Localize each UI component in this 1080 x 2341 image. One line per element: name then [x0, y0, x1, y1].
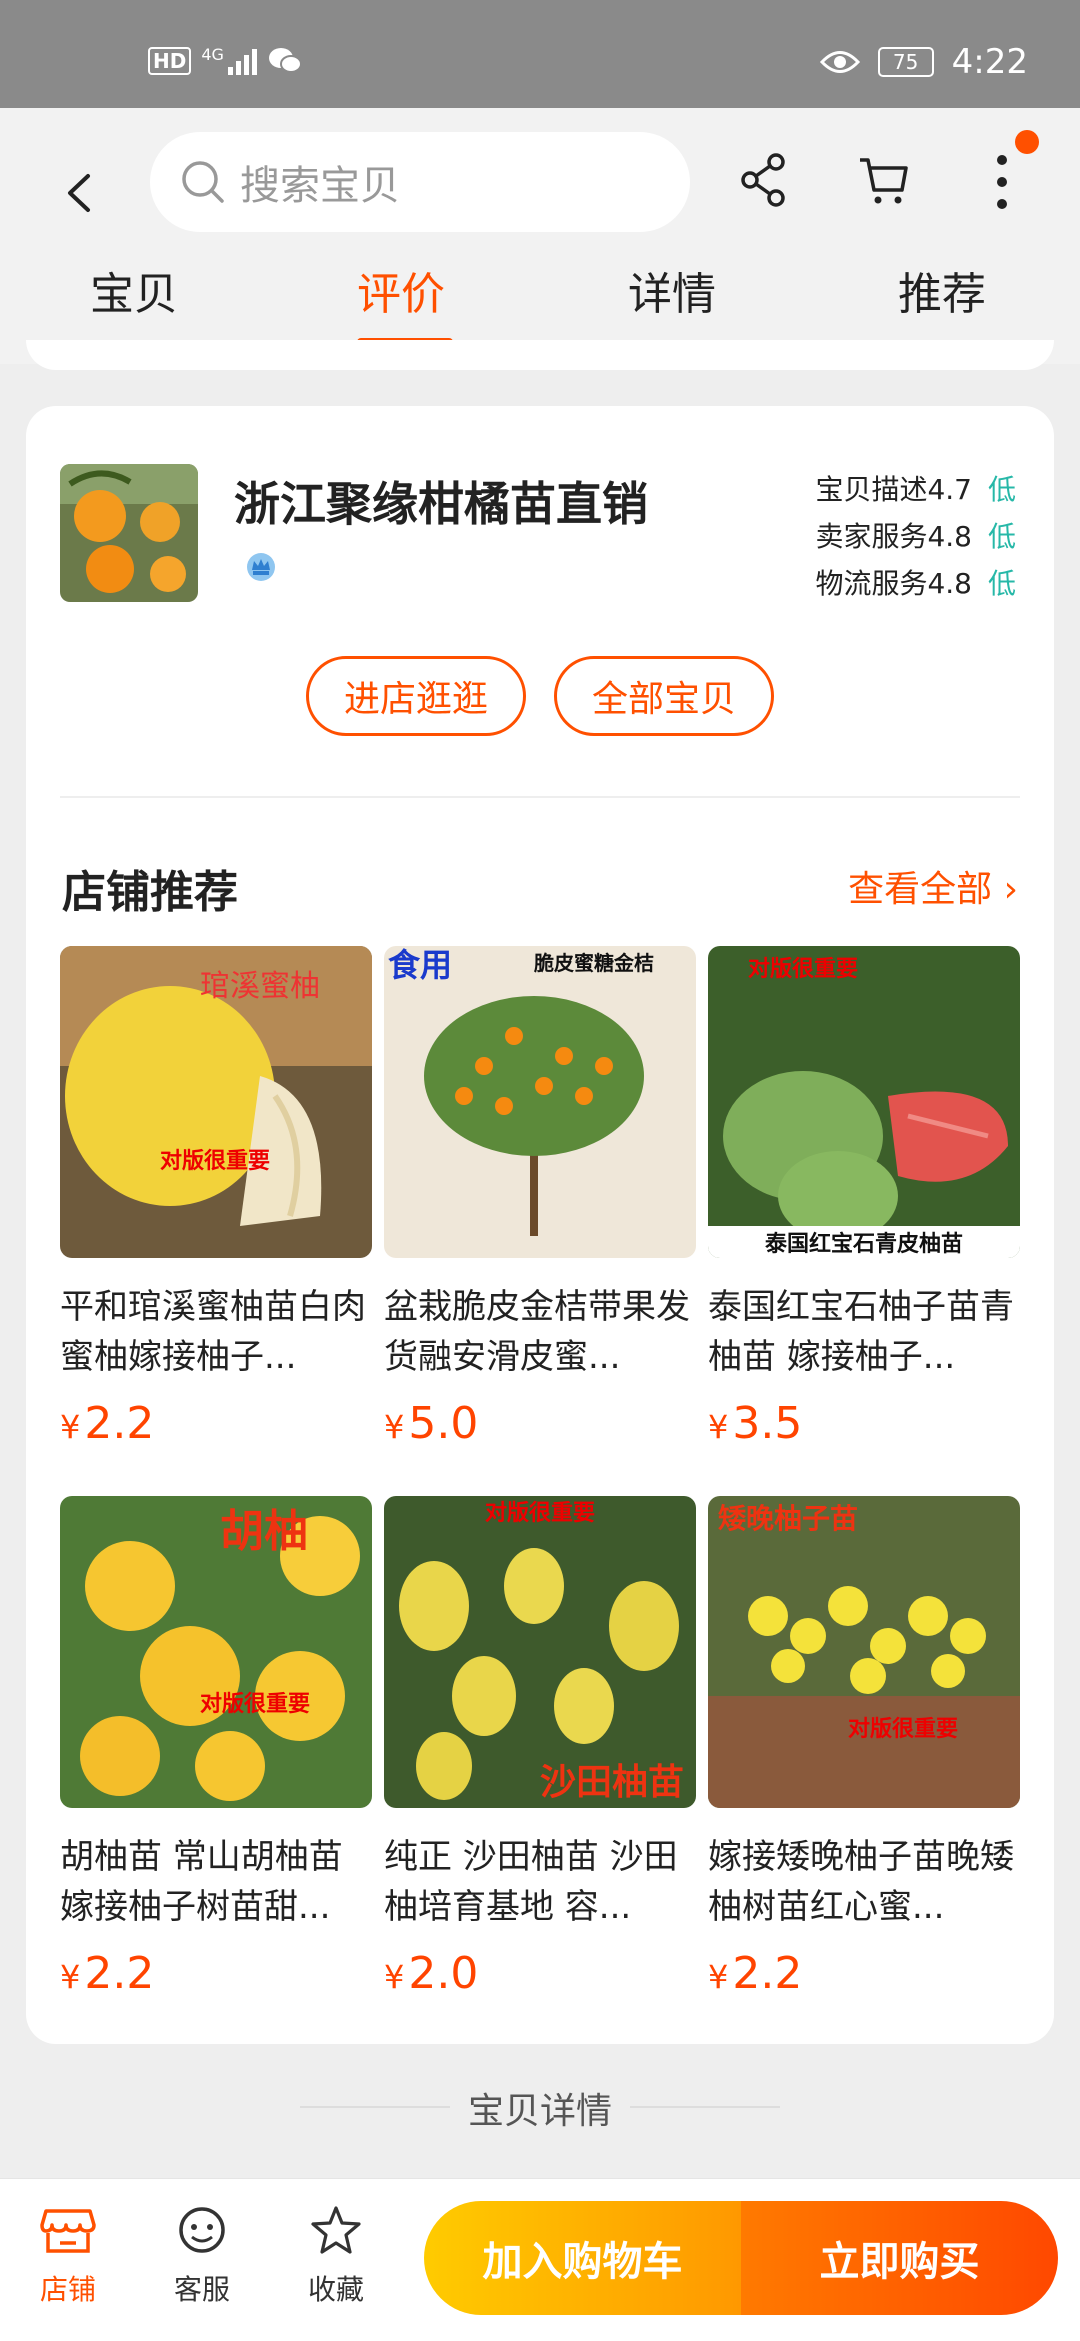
star-icon [311, 2206, 361, 2254]
product-image: 矮晚柚子苗 对版很重要 [708, 1496, 1020, 1808]
crown-icon [247, 553, 275, 581]
top-header: 搜索宝贝 宝贝 评价 详情 推荐 [0, 108, 1080, 364]
favorite-label: 收藏 [307, 2273, 364, 2306]
product-image: 胡柚 对版很重要 [60, 1496, 372, 1808]
network-type: 4G [201, 44, 224, 64]
store-button[interactable]: 店铺 [18, 2205, 118, 2308]
clock: 4:22 [951, 42, 1028, 82]
tab-reviews[interactable]: 评价 [357, 258, 445, 322]
shop-name: 浙江聚缘柑橘苗直销 [234, 477, 648, 531]
back-icon[interactable] [52, 148, 102, 238]
product-image-label: 矮晚柚子苗 [718, 1502, 858, 1535]
tab-item[interactable]: 宝贝 [90, 258, 178, 322]
product-image: 食用 脆皮蜜糖金桔 [384, 946, 696, 1258]
product-title: 平和琯溪蜜柚苗白肉蜜柚嫁接柚子... [60, 1287, 366, 1377]
recommend-title: 店铺推荐 [62, 867, 238, 918]
product-title: 胡柚苗 常山胡柚苗嫁接柚子树苗甜... [60, 1837, 343, 1927]
product-image-label: 泰国红宝石青皮柚苗 [764, 1231, 963, 1257]
chevron-right-icon: › [992, 869, 1018, 910]
tab-recommend[interactable]: 推荐 [898, 258, 986, 322]
product-title: 盆栽脆皮金桔带果发货融安滑皮蜜... [384, 1287, 690, 1377]
signal-icon [227, 47, 257, 75]
rating-service: 卖家服务4.8 低 [815, 520, 1016, 553]
product-title: 泰国红宝石柚子苗青柚苗 嫁接柚子... [708, 1287, 1014, 1377]
notification-dot [1015, 130, 1039, 154]
product-image: 琯溪蜜柚 对版很重要 [60, 946, 372, 1258]
favorite-button[interactable]: 收藏 [286, 2205, 386, 2308]
product-card[interactable]: 泰国红宝石青皮柚苗 对版很重要 泰国红宝石柚子苗青柚苗 嫁接柚子... ¥3.5 [708, 946, 1020, 1449]
rating-description: 宝贝描述4.7 低 [815, 473, 1016, 506]
more-icon[interactable] [992, 152, 1012, 212]
service-label: 客服 [173, 2273, 230, 2306]
divider-right [630, 2106, 780, 2108]
wechat-icon [268, 48, 302, 73]
rating-logistics: 物流服务4.8 低 [815, 567, 1016, 600]
product-price: ¥5.0 [384, 1398, 479, 1449]
purchase-actions: 加入购物车 立即购买 [424, 2201, 1058, 2315]
product-price: ¥2.2 [708, 1948, 803, 1999]
product-title: 嫁接矮晚柚子苗晚矮柚树苗红心蜜... [708, 1837, 1014, 1927]
product-title: 纯正 沙田柚苗 沙田柚培育基地 容... [384, 1837, 678, 1927]
add-to-cart-button[interactable]: 加入购物车 [424, 2201, 741, 2315]
customer-service-icon [179, 2207, 225, 2253]
product-card[interactable]: 琯溪蜜柚 对版很重要 平和琯溪蜜柚苗白肉蜜柚嫁接柚子... ¥2.2 [60, 946, 372, 1449]
product-image-label: 食用 [388, 946, 452, 984]
search-placeholder: 搜索宝贝 [240, 163, 400, 209]
status-bar: HD 4G 75 4:22 [0, 0, 1080, 108]
battery-icon: 75 [877, 47, 934, 77]
product-image-label: 琯溪蜜柚 [200, 969, 320, 1004]
search-icon [182, 161, 224, 203]
product-price: ¥2.2 [60, 1948, 155, 1999]
product-image-note: 对版很重要 [200, 1692, 310, 1717]
store-label: 店铺 [39, 2273, 96, 2306]
product-image: 泰国红宝石青皮柚苗 对版很重要 [708, 946, 1020, 1258]
product-price: ¥2.2 [60, 1398, 155, 1449]
product-image-label: 沙田柚苗 [540, 1762, 684, 1803]
tab-details[interactable]: 详情 [628, 258, 716, 322]
bottom-bar: 店铺 客服 收藏 加入购物车 立即购买 [0, 2178, 1080, 2341]
product-image-note: 对版很重要 [160, 1149, 270, 1174]
product-image-note: 对版很重要 [485, 1501, 595, 1526]
product-price: ¥2.0 [384, 1948, 479, 1999]
product-image: 对版很重要 沙田柚苗 [384, 1496, 696, 1808]
shop-ratings: 宝贝描述4.7 低 卖家服务4.8 低 物流服务4.8 低 [815, 466, 1016, 607]
enter-store-button[interactable]: 进店逛逛 [306, 656, 526, 736]
buy-now-button[interactable]: 立即购买 [741, 2201, 1058, 2315]
cart-icon[interactable] [856, 152, 912, 208]
product-image-note: 对版很重要 [748, 957, 858, 982]
service-button[interactable]: 客服 [152, 2205, 252, 2308]
eye-icon [819, 51, 860, 73]
product-card[interactable]: 食用 脆皮蜜糖金桔 盆栽脆皮金桔带果发货融安滑皮蜜... ¥5.0 [384, 946, 696, 1449]
hd-icon: HD [148, 47, 192, 75]
shop-card: 浙江聚缘柑橘苗直销 宝贝描述4.7 低 卖家服务4.8 低 物流服务4.8 低 进店逛… [26, 406, 1054, 2044]
store-icon [40, 2209, 96, 2253]
product-card[interactable]: 胡柚 对版很重要 胡柚苗 常山胡柚苗嫁接柚子树苗甜... ¥2.2 [60, 1496, 372, 1999]
previous-card [26, 340, 1054, 370]
product-card[interactable]: 对版很重要 沙田柚苗 纯正 沙田柚苗 沙田柚培育基地 容... ¥2.0 [384, 1496, 696, 1999]
shop-logo[interactable] [60, 464, 198, 602]
detail-section-title: 宝贝详情 [467, 2091, 612, 2132]
share-icon[interactable] [738, 152, 788, 208]
divider [60, 796, 1020, 798]
product-image-note: 对版很重要 [848, 1717, 958, 1742]
search-input[interactable]: 搜索宝贝 [150, 132, 690, 232]
all-items-button[interactable]: 全部宝贝 [554, 656, 774, 736]
product-price: ¥3.5 [708, 1398, 803, 1449]
product-image-label: 胡柚 [220, 1506, 308, 1557]
product-image-note: 脆皮蜜糖金桔 [534, 951, 654, 975]
product-card[interactable]: 矮晚柚子苗 对版很重要 嫁接矮晚柚子苗晚矮柚树苗红心蜜... ¥2.2 [708, 1496, 1020, 1999]
view-all-link[interactable]: 查看全部 › [848, 860, 1018, 912]
